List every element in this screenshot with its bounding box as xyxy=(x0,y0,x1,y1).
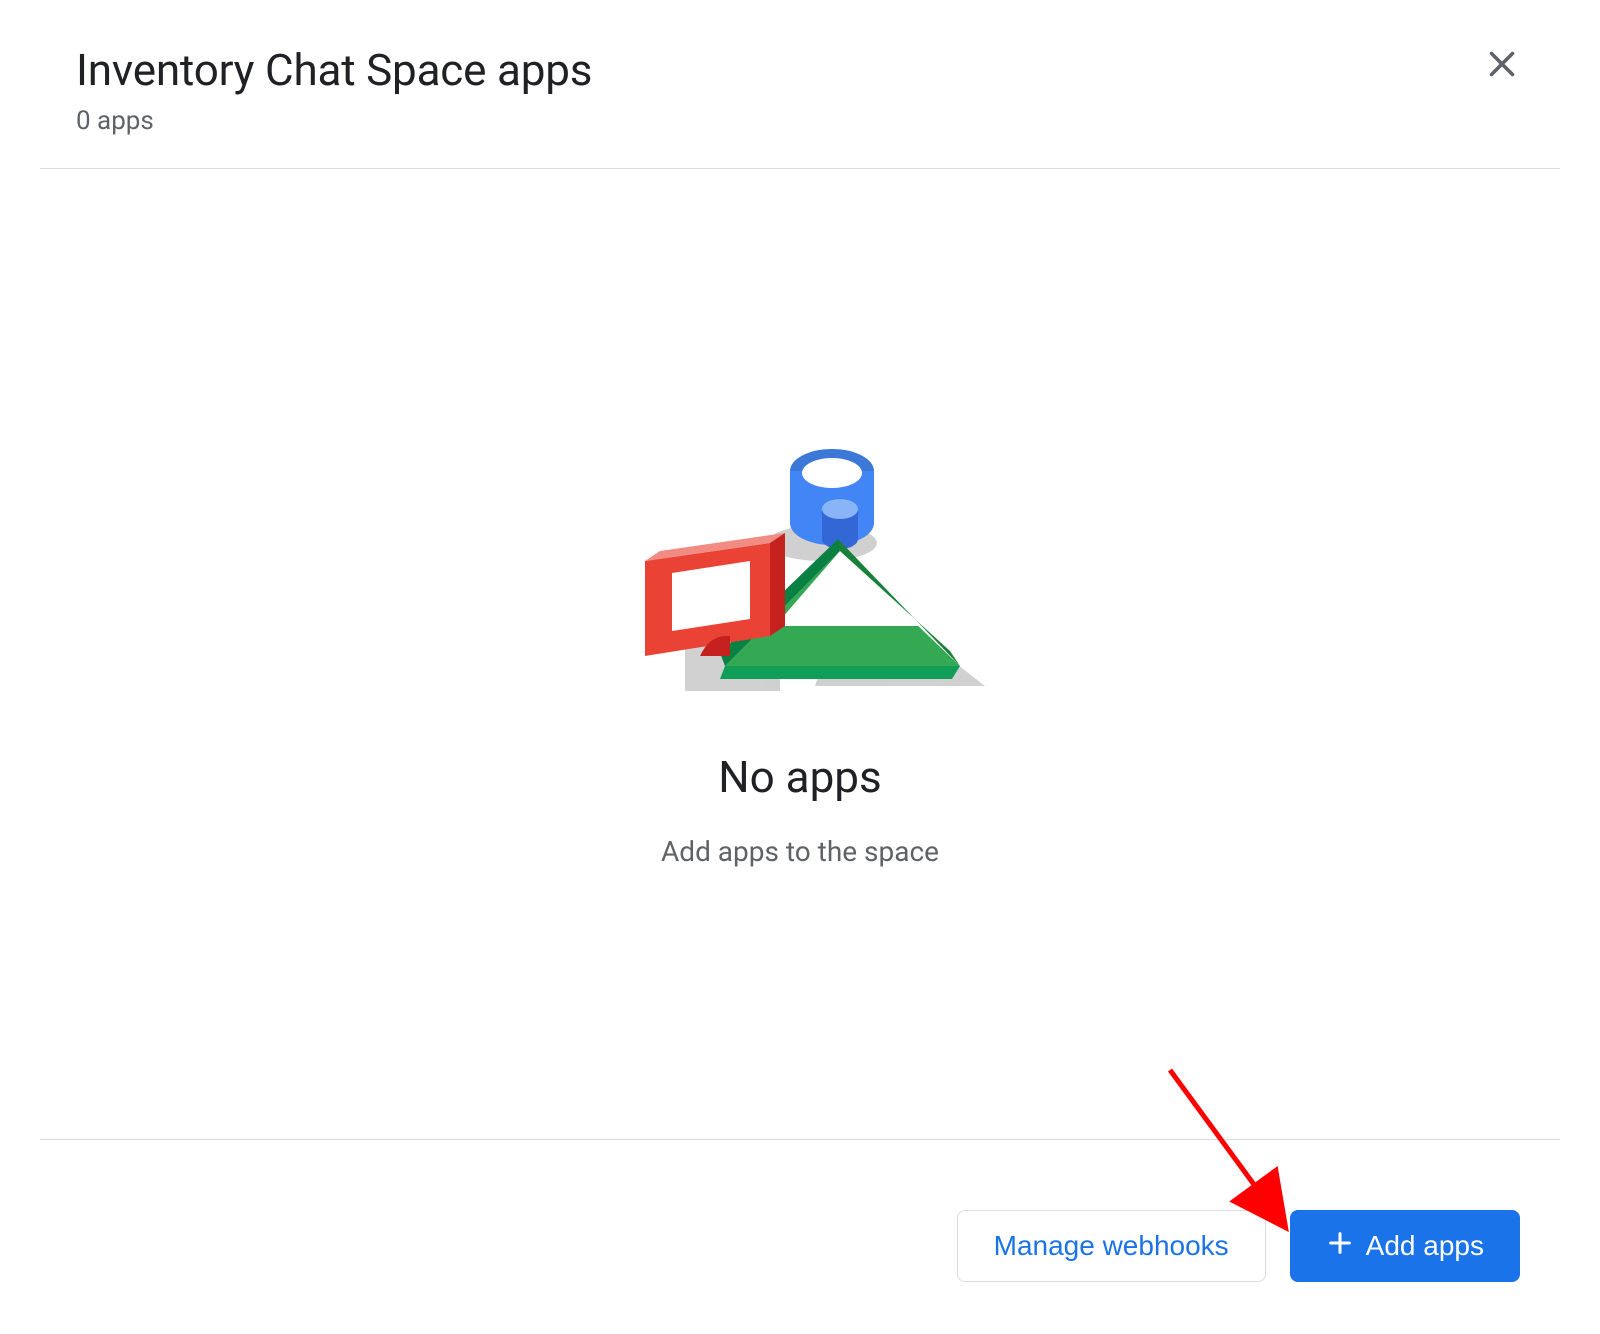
add-apps-button[interactable]: Add apps xyxy=(1290,1210,1520,1282)
manage-webhooks-label: Manage webhooks xyxy=(994,1230,1229,1262)
close-button[interactable] xyxy=(1480,44,1524,88)
empty-state-illustration xyxy=(590,441,1010,701)
apps-count: 0 apps xyxy=(76,106,592,136)
close-icon xyxy=(1484,46,1520,86)
empty-headline: No apps xyxy=(718,751,881,803)
dialog-footer: Manage webhooks Add apps xyxy=(40,1140,1560,1294)
dialog-title: Inventory Chat Space apps xyxy=(76,44,592,96)
plus-icon xyxy=(1326,1229,1354,1264)
manage-webhooks-button[interactable]: Manage webhooks xyxy=(957,1210,1266,1282)
title-block: Inventory Chat Space apps 0 apps xyxy=(76,44,592,136)
empty-subtext: Add apps to the space xyxy=(661,835,939,868)
add-apps-label: Add apps xyxy=(1366,1230,1484,1262)
empty-state: No apps Add apps to the space xyxy=(40,169,1560,1139)
dialog-header: Inventory Chat Space apps 0 apps xyxy=(40,32,1560,168)
